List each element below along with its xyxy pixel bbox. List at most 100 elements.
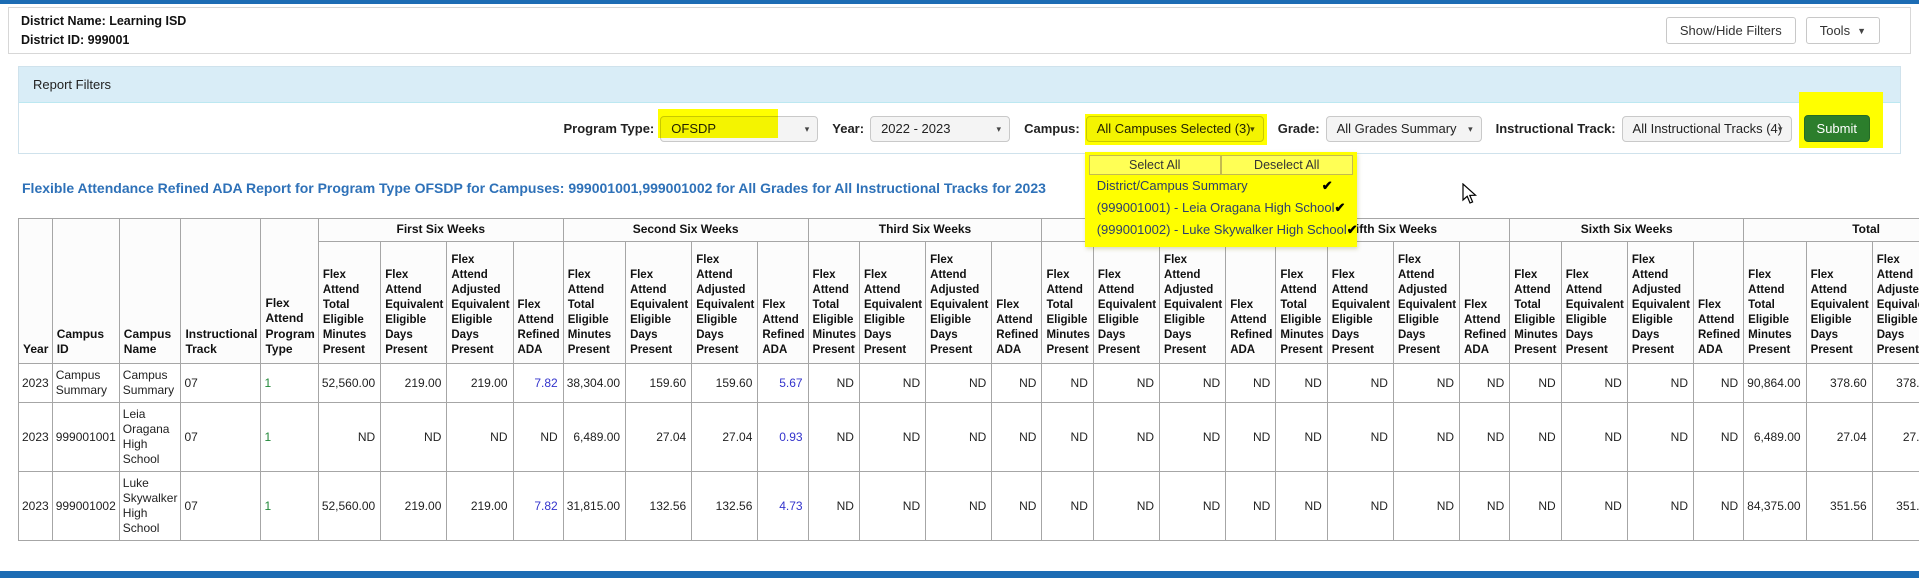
data-cell: ND [1626, 402, 1695, 472]
program-type-value: OFSDP [671, 120, 717, 136]
bottom-accent-bar [0, 571, 1919, 578]
data-cell: ND [1392, 471, 1461, 541]
select-all-button[interactable]: Select All [1088, 154, 1221, 175]
column-header: Flex Attend Refined ADA [757, 241, 809, 364]
check-icon: ✔ [1321, 177, 1333, 193]
grade-select[interactable]: All Grades Summary ▾ [1325, 115, 1482, 142]
column-header: Flex Attend Refined ADA [991, 241, 1043, 364]
data-cell: ND [1459, 471, 1511, 541]
data-cell: ND [512, 402, 564, 472]
ada-value-link[interactable]: 7.82 [512, 471, 564, 541]
data-cell: ND [1692, 363, 1745, 403]
data-cell: ND [1560, 402, 1628, 472]
data-cell: 219.00 [380, 363, 448, 403]
data-cell: ND [1560, 471, 1628, 541]
data-cell: ND [1509, 402, 1562, 472]
data-cell: 378.60 [1805, 363, 1873, 403]
data-cell: ND [807, 402, 860, 472]
data-cell: ND [1692, 471, 1745, 541]
campus-id-cell: 999001002 [51, 471, 120, 541]
ada-value-link[interactable]: 0.93 [757, 402, 809, 472]
column-header: Flex Attend Adjusted Equivalent Eligible… [446, 241, 514, 364]
page: District Name: Learning ISD District ID:… [0, 0, 1919, 584]
report-filters-heading: Report Filters [19, 67, 1900, 103]
data-cell: 27.04 [1871, 402, 1919, 472]
data-cell: ND [1275, 363, 1328, 403]
data-cell: ND [991, 363, 1043, 403]
chevron-down-icon: ▾ [1778, 123, 1783, 134]
column-header: Flex Attend Equivalent Eligible Days Pre… [625, 241, 693, 364]
column-group-header: Total [1743, 218, 1919, 242]
data-cell: ND [858, 363, 927, 403]
data-cell: ND [1326, 402, 1394, 472]
year-select[interactable]: 2022 - 2023 ▾ [870, 115, 1011, 142]
data-cell: 219.00 [446, 471, 514, 541]
column-header: Flex Attend Adjusted Equivalent Eligible… [1392, 241, 1461, 364]
report-title: Flexible Attendance Refined ADA Report f… [22, 180, 1046, 196]
data-cell: ND [1159, 402, 1227, 472]
campus-dropdown: Select All Deselect All District/Campus … [1084, 151, 1358, 247]
data-cell: 6,489.00 [1743, 402, 1807, 472]
campus-name-cell: Campus Summary [118, 363, 182, 403]
data-cell: ND [1509, 363, 1562, 403]
data-cell: 159.60 [625, 363, 693, 403]
grade-value: All Grades Summary [1336, 120, 1457, 136]
column-header: Flex Attend Total Eligible Minutes Prese… [1041, 241, 1094, 364]
data-cell: ND [1092, 402, 1161, 472]
column-header: Flex Attend Adjusted Equivalent Eligible… [925, 241, 993, 364]
column-group-header: Third Six Weeks [807, 218, 1043, 242]
instructional-track-select[interactable]: All Instructional Tracks (4) ▾ [1621, 115, 1792, 142]
column-group-header: First Six Weeks [317, 218, 564, 242]
ada-value-link[interactable]: 5.67 [757, 363, 809, 403]
ada-value-link[interactable]: 7.82 [512, 363, 564, 403]
column-header: Flex Attend Adjusted Equivalent Eligible… [1871, 241, 1919, 364]
top-accent-bar [0, 0, 1919, 4]
column-header: Flex Attend Equivalent Eligible Days Pre… [1560, 241, 1628, 364]
data-cell: ND [858, 471, 927, 541]
report-filters-panel: Report Filters Program Type: OFSDP ▾ Yea… [18, 66, 1901, 247]
show-hide-filters-button[interactable]: Show/Hide Filters [1665, 17, 1796, 44]
campus-name-cell: Leia Oragana High School [118, 402, 182, 472]
column-header: Flex Attend Equivalent Eligible Days Pre… [1326, 241, 1394, 364]
data-cell: ND [991, 471, 1043, 541]
campus-option-district-summary[interactable]: District/Campus Summary ✔ [1089, 175, 1353, 197]
column-header: Flex Attend Total Eligible Minutes Prese… [1275, 241, 1328, 364]
data-cell: ND [925, 363, 993, 403]
data-cell: ND [925, 402, 993, 472]
district-header: District Name: Learning ISD District ID:… [8, 7, 1911, 54]
column-header: Flex Attend Refined ADA [1225, 241, 1277, 364]
data-cell: ND [1626, 363, 1695, 403]
campus-option-leia-oragana[interactable]: (999001001) - Leia Oragana High School ✔ [1089, 197, 1353, 219]
column-group-header: Second Six Weeks [562, 218, 809, 242]
column-header: Flex Attend Refined ADA [1692, 241, 1745, 364]
data-cell: ND [317, 402, 382, 472]
campus-option-luke-skywalker[interactable]: (999001002) - Luke Skywalker High School… [1089, 219, 1358, 241]
program-type-select[interactable]: OFSDP ▾ [658, 108, 819, 142]
column-header: Flex Attend Refined ADA [1459, 241, 1511, 364]
data-cell: ND [925, 471, 993, 541]
ada-value-link[interactable]: 4.73 [757, 471, 809, 541]
data-cell: ND [807, 471, 860, 541]
tools-button[interactable]: Tools ▼ [1805, 17, 1880, 44]
data-cell: ND [1041, 363, 1094, 403]
data-cell: ND [858, 402, 927, 472]
column-header: Year [18, 218, 53, 364]
table-row: 2023 999001002 Luke Skywalker High School 0… [18, 471, 1919, 541]
filter-row: Program Type: OFSDP ▾ Year: 2022 - 2023 … [19, 92, 1900, 247]
data-cell: 219.00 [380, 471, 448, 541]
campus-option-label: District/Campus Summary [1096, 178, 1248, 193]
chevron-down-icon: ▾ [804, 123, 810, 134]
campus-select[interactable]: All Campuses Selected (3) ▾ Select All D… [1084, 113, 1358, 247]
data-cell: 132.56 [625, 471, 693, 541]
data-cell: ND [380, 402, 448, 472]
submit-button[interactable]: Submit [1803, 115, 1870, 142]
column-group-header: Sixth Six Weeks [1509, 218, 1745, 242]
campus-option-label: (999001001) - Leia Oragana High School [1096, 200, 1335, 215]
data-cell: 132.56 [691, 471, 759, 541]
data-cell: ND [1326, 363, 1394, 403]
campus-id-cell: 999001001 [51, 402, 120, 472]
deselect-all-button[interactable]: Deselect All [1220, 154, 1353, 175]
data-cell: ND [1159, 363, 1227, 403]
column-header: Flex Attend Program Type [260, 218, 319, 364]
data-cell: 378.60 [1871, 363, 1919, 403]
